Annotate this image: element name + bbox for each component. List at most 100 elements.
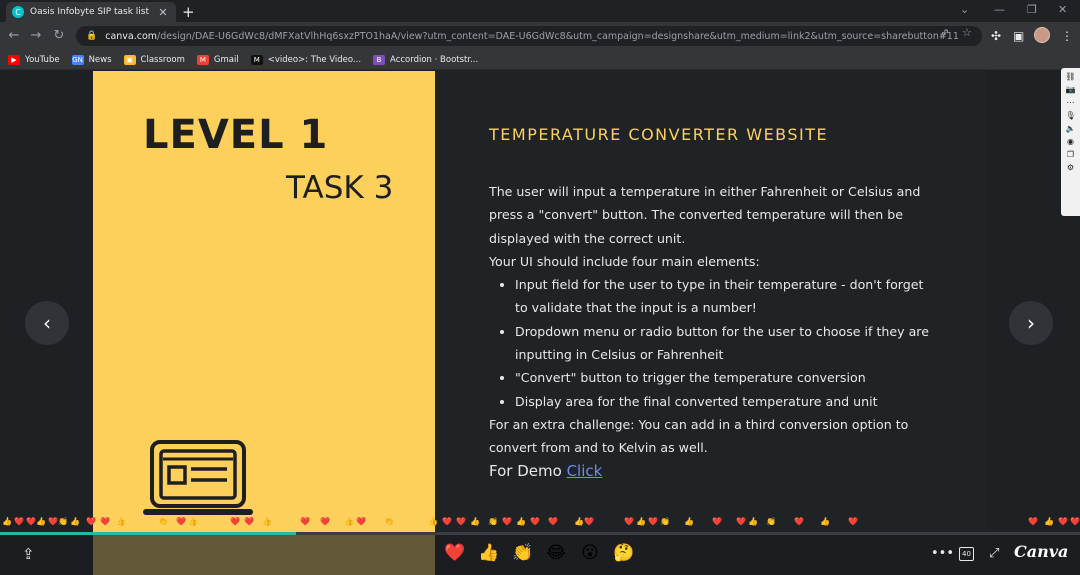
bookmark-item[interactable]: ▣ Classroom [123, 54, 185, 65]
floating-reaction-icon: ❤️ [584, 517, 594, 526]
floating-reaction-icon: 👍 [36, 517, 46, 526]
thumbs-up-reaction-icon[interactable]: 👍 [478, 543, 500, 563]
floating-reaction-icon: 👍 [2, 517, 12, 526]
clap-reaction-icon[interactable]: 👏 [512, 543, 534, 563]
floating-reaction-icon: ❤️ [624, 517, 634, 526]
level-title: LEVEL 1 [143, 112, 329, 158]
floating-reaction-icon: 👍 [636, 517, 646, 526]
floating-reaction-icon: ❤️ [176, 517, 186, 526]
floating-reaction-icon: 👍 [344, 517, 354, 526]
floating-reaction-icon: ❤️ [736, 517, 746, 526]
tab-title: Oasis Infobyte SIP task list [30, 7, 150, 17]
thinking-reaction-icon[interactable]: 🤔 [613, 543, 635, 563]
floating-reaction-icon: ❤️ [712, 517, 722, 526]
browser-tab[interactable]: C Oasis Infobyte SIP task list ✕ [6, 2, 176, 22]
bookmark-star-icon[interactable]: ☆ [962, 26, 972, 39]
minimize-icon[interactable]: — [994, 3, 1005, 16]
bookmark-item[interactable]: M <video>: The Video... [250, 54, 362, 65]
new-tab-button[interactable]: + [182, 3, 195, 21]
floating-reaction-icon: 👍 [820, 517, 830, 526]
gmail-icon: M [196, 54, 209, 65]
previous-slide-button[interactable]: ‹ [25, 301, 69, 345]
url-host: canva.com [105, 30, 158, 42]
floating-reaction-icon: ❤️ [648, 517, 658, 526]
bookmark-item[interactable]: GN News [71, 54, 112, 65]
zoom-badge[interactable]: 40 [959, 547, 974, 561]
bookmark-label: <video>: The Video... [267, 54, 362, 65]
youtube-icon: ▶ [8, 54, 20, 65]
intro-text: The user will input a temperature in eit… [489, 184, 921, 246]
bookmark-label: News [88, 54, 112, 65]
floating-reaction-icon: ❤️ [456, 517, 466, 526]
floating-reaction-icon: 👏 [384, 517, 394, 526]
list-item: Dropdown menu or radio button for the us… [515, 320, 929, 367]
demo-line: For Demo Click [489, 460, 929, 483]
fullscreen-icon[interactable]: ⤢ [989, 546, 999, 561]
browser-toolbar: ← → ↻ 🔒 canva.com /design/DAE-U6GdWc8/dM… [0, 22, 1080, 50]
floating-reaction-icon: ❤️ [794, 517, 804, 526]
floating-reaction-icon: 👏 [488, 517, 498, 526]
more-options-icon[interactable]: ••• [931, 546, 954, 561]
floating-reaction-icon: ❤️ [48, 517, 58, 526]
floating-reaction-icon: 👍 [188, 517, 198, 526]
bootstrap-icon: B [373, 54, 386, 65]
floating-reaction-icon: ❤️ [1058, 517, 1068, 526]
floating-reaction-icon: 👍 [116, 517, 126, 526]
microphone-icon[interactable]: 🎙 [1065, 109, 1075, 122]
browser-menu-icon[interactable]: ⋮ [1061, 29, 1073, 43]
floating-reaction-icon: 👍 [1044, 517, 1054, 526]
floating-reaction-icon: 👍 [516, 517, 526, 526]
address-bar[interactable]: 🔒 canva.com /design/DAE-U6GdWc8/dMFXatVl… [76, 26, 982, 46]
bookmark-item[interactable]: B Accordion · Bootstr... [373, 54, 479, 65]
bookmark-item[interactable]: ▶ YouTube [8, 54, 60, 65]
floating-reaction-icon: 👍 [428, 517, 438, 526]
restore-icon[interactable]: ❐ [1027, 3, 1037, 16]
floating-reaction-icon: 👍 [748, 517, 758, 526]
demo-link[interactable]: Click [567, 462, 603, 480]
camera-icon[interactable]: 📷 [1066, 83, 1076, 96]
close-tab-icon[interactable]: ✕ [156, 6, 170, 19]
share-page-icon[interactable]: ⇗ [940, 26, 949, 39]
share-icon[interactable]: ⇪ [22, 545, 35, 563]
classroom-icon: ▣ [123, 54, 136, 65]
list-item: Display area for the final converted tem… [515, 390, 929, 413]
task-subtitle: TASK 3 [286, 170, 394, 206]
floating-reaction-icon: 👍 [684, 517, 694, 526]
close-window-icon[interactable]: ✕ [1058, 3, 1067, 16]
extensions-icon[interactable]: ✣ [991, 29, 1001, 43]
webcam-icon[interactable]: ◉ [1067, 135, 1074, 148]
floating-reaction-icon: ❤️ [320, 517, 330, 526]
ui-intro-text: Your UI should include four main element… [489, 253, 760, 269]
forward-icon[interactable]: → [28, 28, 44, 43]
floating-reaction-icon: ❤️ [502, 517, 512, 526]
floating-reaction-icon: ❤️ [244, 517, 254, 526]
side-panel-icon[interactable]: ▣ [1013, 29, 1024, 43]
bookmark-label: Accordion · Bootstr... [390, 54, 479, 65]
reload-icon[interactable]: ↻ [51, 28, 67, 43]
next-slide-button[interactable]: › [1009, 301, 1053, 345]
challenge-text: For an extra challenge: You can add in a… [489, 416, 909, 456]
slide-peek [93, 535, 435, 575]
floating-reaction-icon: 👏 [158, 517, 168, 526]
windows-icon[interactable]: ❐ [1067, 148, 1074, 161]
mdn-icon: M [250, 54, 263, 65]
tab-search-icon[interactable]: ⌄ [960, 3, 969, 16]
browser-tab-strip: C Oasis Infobyte SIP task list ✕ + ⌄ — ❐… [0, 0, 1080, 22]
profile-avatar[interactable] [1034, 27, 1050, 43]
floating-reaction-icon: 👍 [470, 517, 480, 526]
requirements-list: Input field for the user to type in thei… [489, 273, 929, 413]
more-dots-icon[interactable]: ⋯ [1067, 96, 1075, 109]
speaker-icon[interactable]: 🔈 [1066, 122, 1076, 135]
floating-reaction-icon: 👏 [766, 517, 776, 526]
settings-gear-icon[interactable]: ⚙ [1067, 161, 1074, 174]
surprised-reaction-icon[interactable]: 😮 [579, 543, 601, 563]
link-icon[interactable]: ⛓ [1065, 70, 1075, 83]
laugh-reaction-icon[interactable]: 😂 [545, 543, 567, 563]
floating-reaction-icon: 👍 [70, 517, 80, 526]
back-icon[interactable]: ← [6, 28, 22, 43]
heart-reaction-icon[interactable]: ❤️ [444, 543, 466, 563]
canva-logo[interactable]: Canva [1014, 542, 1068, 561]
floating-reaction-icon: ❤️ [86, 517, 96, 526]
bookmark-item[interactable]: M Gmail [196, 54, 239, 65]
floating-reaction-icon: ❤️ [442, 517, 452, 526]
